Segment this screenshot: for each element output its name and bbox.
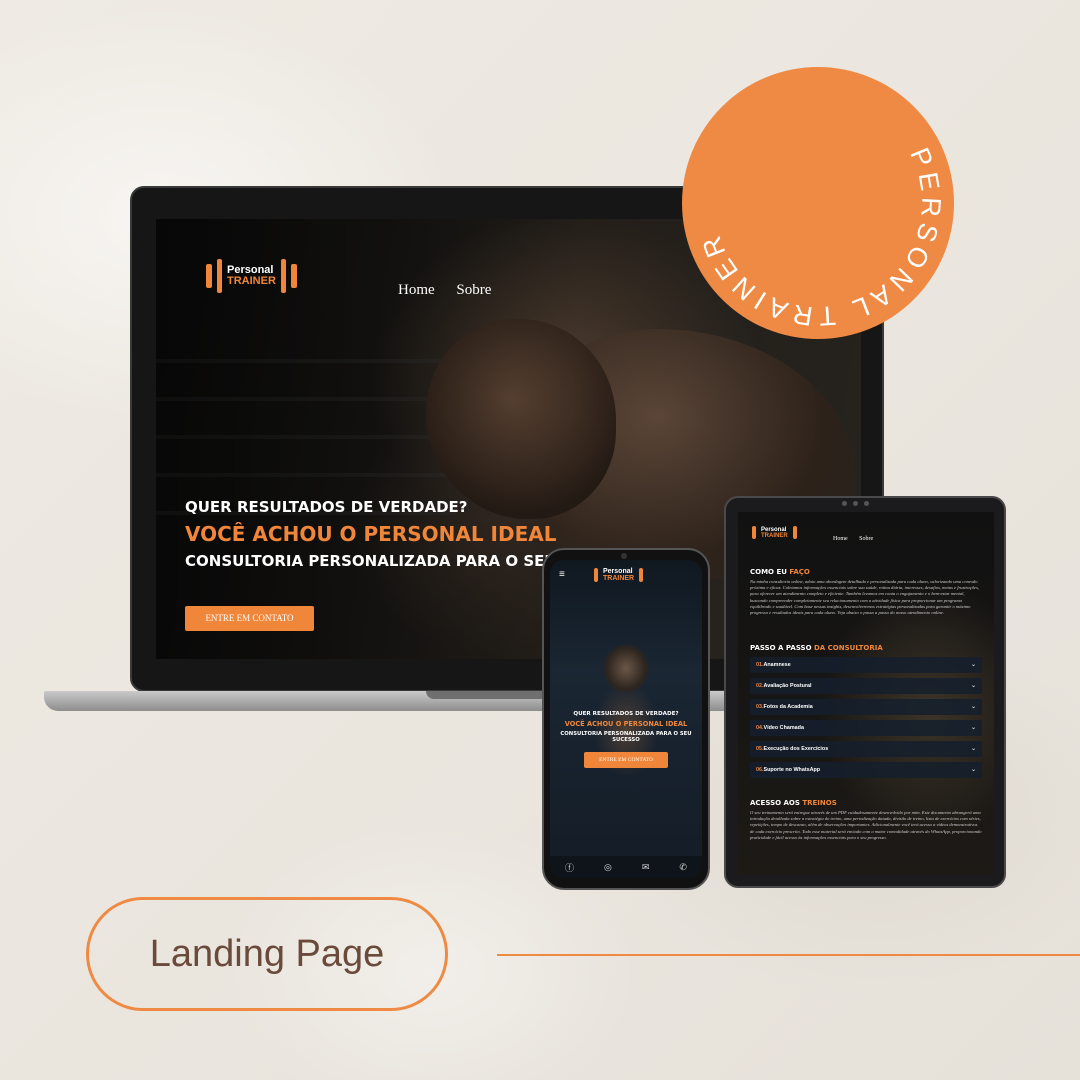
step-label: Fotos da Academia — [763, 704, 813, 710]
logo-text: Personal TRAINER — [227, 265, 276, 287]
chevron-down-icon: ⌄ — [970, 746, 976, 752]
phone-hero-line3: CONSULTORIA PERSONALIZADA PARA O SEU SUC… — [560, 731, 692, 743]
landing-page-label: Landing Page — [86, 897, 448, 1011]
dumbbell-right-plate-icon — [280, 259, 286, 293]
phone-hero-line1: QUER RESULTADOS DE VERDADE? — [573, 711, 679, 717]
how-text: Na minha consultoria online, adoto uma a… — [750, 579, 980, 615]
phone-footer: ⓕ ◎ ✉ ✆ — [550, 856, 702, 878]
phone-logo[interactable]: Personal TRAINER — [594, 568, 644, 582]
step-label: Execução dos Exercícios — [763, 746, 829, 752]
tablet-nav: Home Sobre — [833, 536, 891, 542]
hamburger-icon[interactable]: ≡ — [559, 569, 565, 580]
step-number: 02. — [756, 683, 764, 689]
nav-about[interactable]: Sobre — [456, 282, 491, 298]
chevron-down-icon: ⌄ — [970, 683, 976, 689]
mail-icon[interactable]: ✉ — [642, 862, 650, 873]
accordion-item[interactable]: 04.Vídeo Chamada ⌄ — [750, 720, 982, 736]
dumbbell-right-icon — [290, 264, 297, 288]
badge-text: PERSONAL TRAINER WEBSITE — [682, 67, 941, 331]
nav-home[interactable]: Home — [398, 282, 435, 298]
phone-logo-line2: TRAINER — [603, 575, 635, 582]
tablet-logo-text: Personal TRAINER — [761, 527, 788, 539]
divider-line — [497, 954, 1080, 956]
accordion-item[interactable]: 02.Avaliação Postural ⌄ — [750, 678, 982, 694]
tablet-logo[interactable]: Personal TRAINER — [752, 526, 797, 539]
accordion-item[interactable]: 06.Suporte no WhatsApp ⌄ — [750, 762, 982, 778]
phone-hero-text: QUER RESULTADOS DE VERDADE? VOCÊ ACHOU O… — [550, 711, 702, 743]
phone-contact-button[interactable]: ENTRE EM CONTATO — [584, 752, 668, 768]
dumbbell-left-icon — [752, 526, 756, 539]
chevron-down-icon: ⌄ — [970, 767, 976, 773]
hero-line1: QUER RESULTADOS DE VERDADE? — [185, 498, 468, 516]
step-number: 05. — [756, 746, 764, 752]
logo-line2: TRAINER — [227, 275, 276, 287]
dumbbell-right-icon — [792, 526, 797, 539]
step-number: 01. — [756, 662, 764, 668]
tablet-screen: Personal TRAINER Home Sobre COMO EU FAÇO… — [738, 512, 994, 874]
step-label: Vídeo Chamada — [763, 725, 804, 731]
chevron-down-icon: ⌄ — [970, 704, 976, 710]
dumbbell-left-plate-icon — [217, 259, 222, 293]
step-label: Suporte no WhatsApp — [763, 767, 821, 773]
step-number: 03. — [756, 704, 764, 710]
accordion-item[interactable]: 01.Anamnese ⌄ — [750, 657, 982, 673]
tablet-nav-about[interactable]: Sobre — [859, 536, 873, 542]
access-text: O seu treinamento será entregue através … — [750, 810, 982, 840]
chevron-down-icon: ⌄ — [970, 725, 976, 731]
dumbbell-right-icon — [639, 568, 644, 582]
badge-circular-text: PERSONAL TRAINER WEBSITE — [682, 67, 946, 331]
step-number: 04. — [756, 725, 764, 731]
tablet-logo-line2: TRAINER — [761, 532, 788, 539]
dumbbell-left-icon — [594, 568, 598, 582]
facebook-icon[interactable]: ⓕ — [565, 861, 574, 874]
steps-accordion: 01.Anamnese ⌄ 02.Avaliação Postural ⌄ 03.Fot… — [750, 657, 982, 778]
how-i-do-section: COMO EU FAÇO Na minha consultoria online… — [750, 568, 982, 616]
instagram-icon[interactable]: ◎ — [604, 862, 612, 873]
phone-logo-text: Personal TRAINER — [603, 568, 634, 582]
training-access-section: ACESSO AOS TREINOS O seu treinamento ser… — [750, 799, 982, 841]
phone-logo-line1: Personal — [603, 568, 633, 575]
tablet-cameras — [842, 501, 869, 506]
site-logo[interactable]: Personal TRAINER — [206, 259, 297, 293]
step-label: Avaliação Postural — [763, 683, 812, 689]
step-label: Anamnese — [763, 662, 791, 668]
phone-hero-line2: VOCÊ ACHOU O PERSONAL IDEAL — [564, 720, 688, 728]
tablet-nav-home[interactable]: Home — [833, 536, 848, 542]
accordion-item[interactable]: 03.Fotos da Academia ⌄ — [750, 699, 982, 715]
phone-camera — [621, 553, 627, 559]
contact-button[interactable]: ENTRE EM CONTATO — [185, 606, 314, 631]
laptop-notch — [426, 691, 554, 699]
phone-screen: ≡ Personal TRAINER QUER RESULTADOS DE VE… — [550, 560, 702, 878]
whatsapp-icon[interactable]: ✆ — [679, 862, 687, 873]
chevron-down-icon: ⌄ — [970, 662, 976, 668]
svg-text:PERSONAL TRAINER WEBSITE: PERSONAL TRAINER WEBSITE — [682, 67, 946, 331]
dumbbell-left-icon — [206, 264, 212, 288]
phone-mockup: ≡ Personal TRAINER QUER RESULTADOS DE VE… — [542, 548, 710, 890]
steps-title: PASSO A PASSO DA CONSULTORIA — [750, 644, 883, 652]
personal-trainer-website-badge: PERSONAL TRAINER WEBSITE — [682, 67, 954, 339]
how-title: COMO EU FAÇO — [750, 568, 810, 576]
steps-section: PASSO A PASSO DA CONSULTORIA 01.Anamnese… — [750, 644, 982, 778]
step-number: 06. — [756, 767, 764, 773]
tablet-mockup: Personal TRAINER Home Sobre COMO EU FAÇO… — [724, 496, 1006, 888]
accordion-item[interactable]: 05.Execução dos Exercícios ⌄ — [750, 741, 982, 757]
main-nav: Home Sobre — [398, 282, 509, 299]
hero-line2: VOCÊ ACHOU O PERSONAL IDEAL — [185, 522, 557, 546]
access-title: ACESSO AOS TREINOS — [750, 799, 837, 807]
